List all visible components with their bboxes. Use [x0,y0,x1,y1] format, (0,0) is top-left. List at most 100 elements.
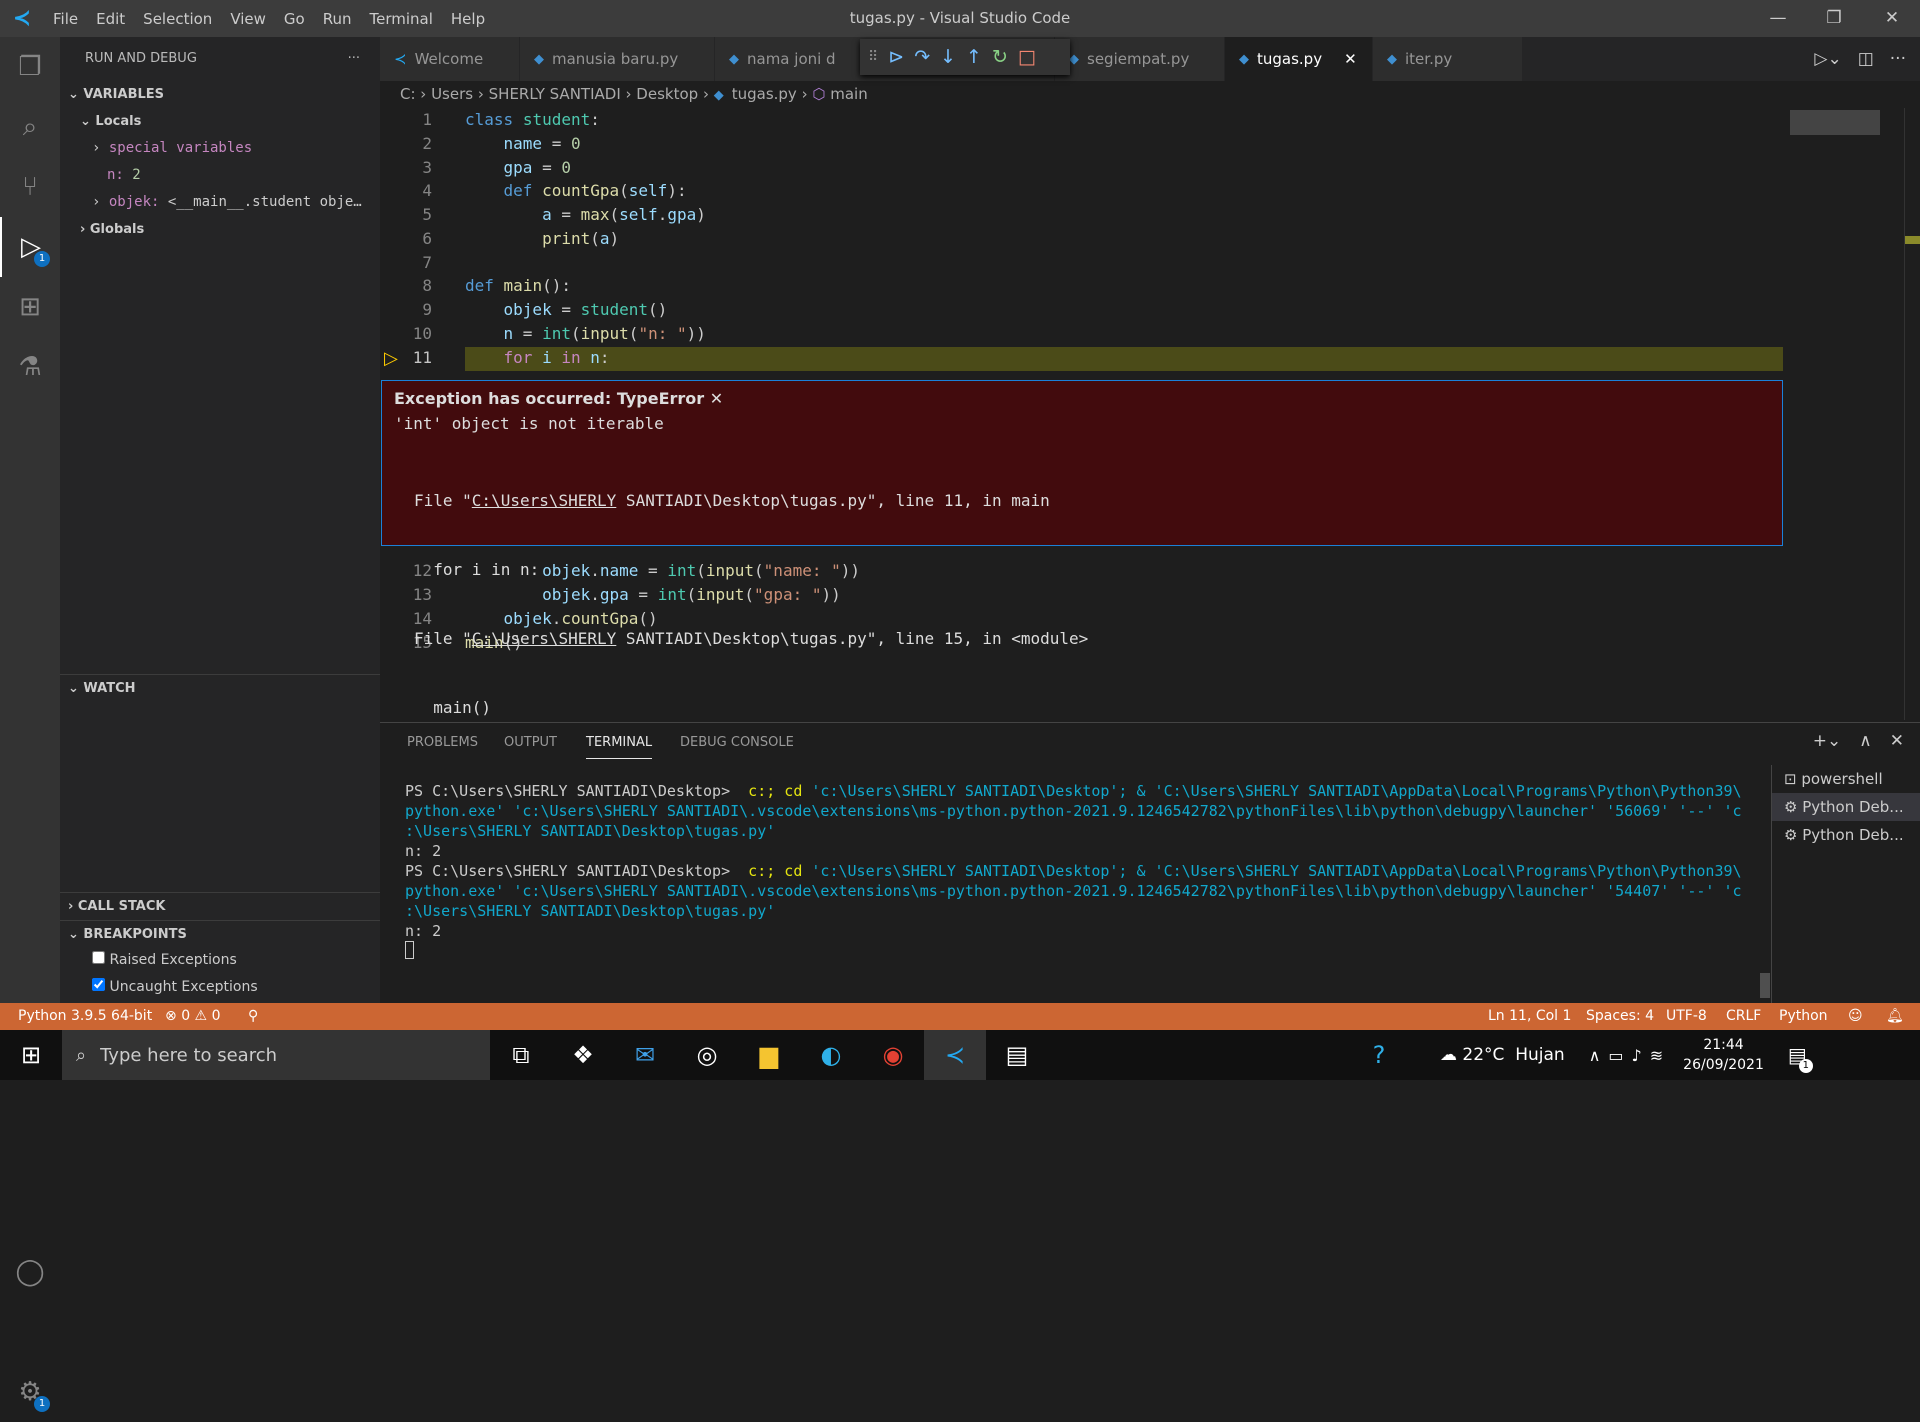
menu-run[interactable]: Run [314,10,361,28]
terminal-item-python-debug[interactable]: ⚙ Python Deb... [1772,793,1920,821]
breadcrumb-item[interactable]: SHERLY SANTIADI [489,85,621,103]
notifications-icon[interactable]: 🔔︎ [1886,1003,1904,1030]
menu-go[interactable]: Go [275,10,314,28]
python-interpreter[interactable]: Python 3.9.5 64-bit [18,1003,152,1030]
account-icon[interactable]: ◯ [0,1242,60,1302]
watch-section-header[interactable]: ⌄ WATCH [60,674,380,701]
trace-file-link[interactable]: C:\Users\SHERLY [472,629,617,648]
locals-scope[interactable]: ⌄ Locals [60,108,380,135]
variables-section-header[interactable]: ⌄ VARIABLES [60,81,380,108]
minimap[interactable] [1790,110,1880,135]
maximize-panel-icon[interactable]: ∧ [1859,731,1871,751]
task-view-icon[interactable]: ⧉ [490,1030,552,1080]
line-ending[interactable]: CRLF [1726,1003,1761,1030]
menu-selection[interactable]: Selection [134,10,221,28]
menu-terminal[interactable]: Terminal [361,10,442,28]
notification-center-icon[interactable]: ▤ 1 [1788,1043,1813,1073]
step-out-icon[interactable]: ↑ [966,46,982,68]
tab-problems[interactable]: PROBLEMS [407,735,478,750]
more-icon[interactable]: ··· [1890,49,1906,69]
new-terminal-icon[interactable]: +⌄ [1813,731,1842,751]
tab-terminal[interactable]: TERMINAL [586,735,653,759]
encoding[interactable]: UTF-8 [1666,1003,1707,1030]
system-tray[interactable]: ∧▭♪≋ [1589,1046,1671,1065]
cursor-position[interactable]: Ln 11, Col 1 [1488,1003,1571,1030]
taskbar-search[interactable]: ⌕ Type here to search [62,1030,490,1080]
stop-icon[interactable]: □ [1018,46,1036,68]
source-control-icon[interactable]: ⑂ [0,157,60,217]
breadcrumb-item[interactable]: C: [400,85,416,103]
run-file-icon[interactable]: ▷⌄ [1814,49,1841,69]
vscode-taskbar-icon[interactable]: ≺ [924,1030,986,1080]
menu-help[interactable]: Help [442,10,494,28]
terminal-item-powershell[interactable]: ⊡ powershell [1772,765,1920,793]
python-idle-icon[interactable]: ▤ [986,1030,1048,1080]
feedback-icon[interactable]: ☺ [1848,1003,1863,1030]
terminal-output[interactable]: PS C:\Users\SHERLY SANTIADI\Desktop> c:;… [405,781,1742,964]
chrome-icon[interactable]: ◉ [862,1030,924,1080]
windows-start-icon[interactable]: ⊞ [0,1030,62,1080]
terminal-scrollbar[interactable] [1760,973,1770,998]
close-panel-icon[interactable]: ✕ [1890,731,1904,751]
github-icon[interactable]: ◎ [676,1030,738,1080]
continue-icon[interactable]: ⊳ [888,46,904,68]
menu-view[interactable]: View [221,10,275,28]
close-exception-icon[interactable]: ✕ [710,389,723,408]
dropbox-icon[interactable]: ❖ [552,1030,614,1080]
trace-file-link[interactable]: C:\Users\SHERLY [472,491,617,510]
breadcrumb-item[interactable]: Users [431,85,473,103]
breadcrumb-item[interactable]: main [830,85,867,103]
tab-manusia-baru[interactable]: ◆ manusia baru.py [520,37,715,81]
explorer-icon[interactable]: ❐ [0,37,60,97]
testing-icon[interactable]: ⚗ [0,337,60,397]
editor-scrollbar[interactable] [1904,108,1920,720]
file-explorer-icon[interactable]: ▆ [738,1030,800,1080]
problems-indicator[interactable]: ⊗ 0 ⚠ 0 [165,1003,220,1030]
call-stack-section-header[interactable]: › CALL STACK [60,892,380,919]
step-into-icon[interactable]: ↓ [940,46,956,68]
edge-icon[interactable]: ◐ [800,1030,862,1080]
drag-handle-icon[interactable]: ⠿ [868,49,878,65]
tab-segiempat[interactable]: ◆ segiempat.py [1055,37,1225,81]
minimize-button[interactable]: — [1750,0,1806,37]
mail-icon[interactable]: ✉ [614,1030,676,1080]
uncaught-exceptions-checkbox[interactable] [92,978,105,991]
globals-scope[interactable]: › Globals [60,216,380,243]
special-variables-item[interactable]: › special variables [60,135,380,162]
tab-welcome[interactable]: ≺ Welcome [380,37,520,81]
raised-exceptions-checkbox[interactable] [92,951,105,964]
step-over-icon[interactable]: ↷ [914,46,930,68]
variable-objek[interactable]: › objek: <__main__.student obje… [60,189,380,216]
close-tab-icon[interactable]: ✕ [1344,50,1357,68]
indentation[interactable]: Spaces: 4 [1586,1003,1654,1030]
breakpoint-raised-exceptions[interactable]: Raised Exceptions [92,947,237,974]
run-debug-icon[interactable]: ▷ 1 [0,217,60,277]
terminal-command: :\Users\SHERLY SANTIADI\Desktop\tugas.py… [405,822,776,840]
tab-iter[interactable]: ◆ iter.py [1373,37,1523,81]
terminal-item-python-debug[interactable]: ⚙ Python Deb... [1772,821,1920,849]
search-icon[interactable]: ⌕ [0,97,60,157]
restore-button[interactable]: ❐ [1806,0,1862,37]
tab-output[interactable]: OUTPUT [504,735,557,750]
breakpoints-section-header[interactable]: ⌄ BREAKPOINTS [60,920,380,947]
help-icon[interactable]: ? [1348,1030,1410,1080]
breadcrumb-item[interactable]: Desktop [636,85,698,103]
breadcrumb-item[interactable]: tugas.py [732,85,797,103]
settings-icon[interactable]: ⚙ 1 [0,1362,60,1422]
weather-widget[interactable]: ☁ 22°C Hujan [1440,1045,1565,1065]
tab-debug-console[interactable]: DEBUG CONSOLE [680,735,794,750]
terminal-prompt: PS C:\Users\SHERLY SANTIADI\Desktop> [405,782,740,800]
restart-icon[interactable]: ↻ [992,46,1008,68]
debug-status-icon[interactable]: ⚲ [248,1003,258,1030]
menu-file[interactable]: File [44,10,87,28]
more-actions-button[interactable]: ··· [348,37,360,81]
extensions-icon[interactable]: ⊞ [0,277,60,337]
tab-tugas[interactable]: ◆ tugas.py ✕ [1225,37,1373,81]
language-mode[interactable]: Python [1779,1003,1828,1030]
clock[interactable]: 21:44 26/09/2021 [1683,1035,1764,1075]
split-editor-icon[interactable]: ◫ [1858,49,1874,69]
variable-n[interactable]: n: 2 [60,162,380,189]
menu-edit[interactable]: Edit [87,10,134,28]
close-window-button[interactable]: ✕ [1864,0,1920,37]
breakpoint-uncaught-exceptions[interactable]: Uncaught Exceptions [92,974,258,1001]
